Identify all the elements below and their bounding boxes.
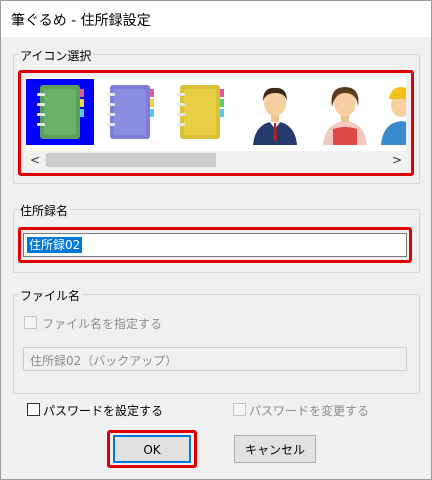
set-password-label: パスワードを設定する — [43, 404, 164, 418]
change-password-checkbox[interactable] — [233, 403, 246, 416]
icon-list-highlight — [18, 70, 414, 176]
filename-field[interactable]: 住所録02（バックアップ） — [23, 347, 407, 371]
set-password-checkbox[interactable] — [27, 403, 40, 416]
addressbook-name-highlight — [18, 227, 412, 263]
addressbook-name-label: 住所録名 — [18, 202, 71, 219]
cancel-button[interactable]: キャンセル — [234, 435, 316, 463]
specify-filename-label: ファイル名を指定する — [42, 317, 163, 331]
title-bar: 筆ぐるめ - 住所録設定 — [1, 1, 431, 37]
icon-selection-label: アイコン選択 — [18, 47, 94, 64]
filename-group — [13, 294, 420, 394]
window-title: 筆ぐるめ - 住所録設定 — [11, 13, 151, 29]
filename-group-label: ファイル名 — [18, 287, 83, 304]
ok-button-highlight — [107, 430, 197, 468]
change-password-label: パスワードを変更する — [249, 404, 370, 418]
specify-filename-checkbox[interactable] — [24, 316, 37, 329]
filename-value: 住所録02（バックアップ） — [30, 354, 178, 368]
dialog-window: 筆ぐるめ - 住所録設定 アイコン選択 < > 住所録名 住所録02 ファイル名… — [0, 0, 432, 480]
